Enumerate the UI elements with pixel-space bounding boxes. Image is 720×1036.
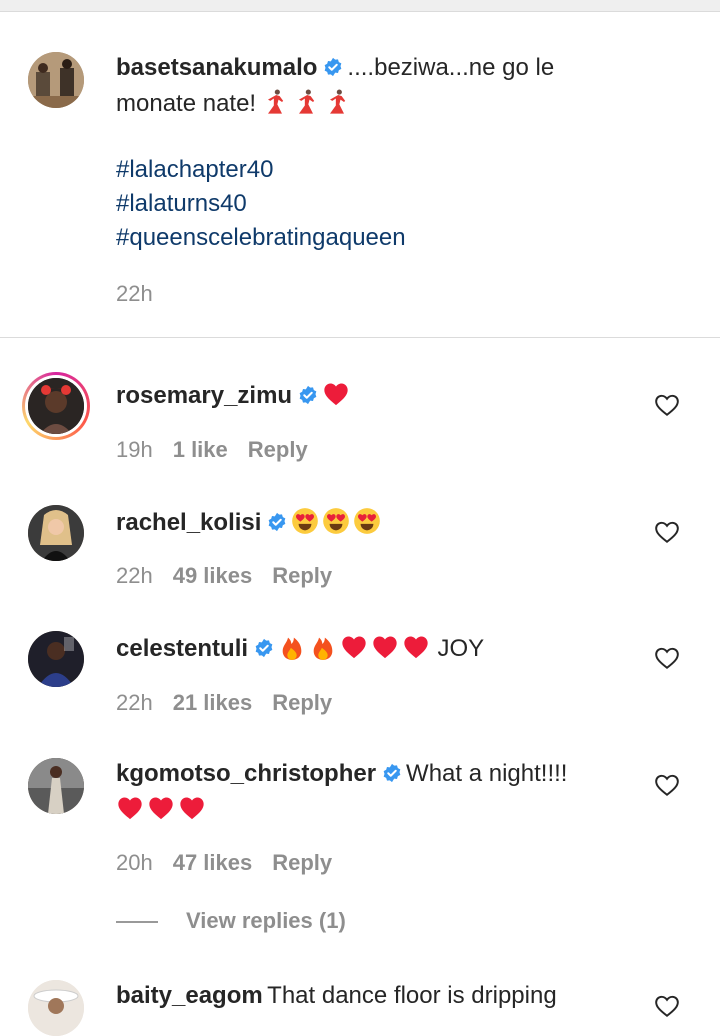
comment-text: That dance floor is dripping	[267, 982, 557, 1009]
hashtag-link[interactable]: #lalachapter40	[116, 156, 273, 184]
comment-time: 20h	[116, 850, 153, 875]
comment-likes[interactable]: 1 like	[173, 437, 228, 462]
comment-meta: 19h 1 like Reply	[116, 437, 328, 463]
comment-likes[interactable]: 47 likes	[173, 850, 253, 875]
comment-1-line: rosemary_zimu	[116, 380, 353, 410]
comment-username[interactable]: celestentuli	[116, 635, 248, 662]
heart-eyes-emoji-icon	[353, 507, 381, 535]
red-heart-emoji-icon	[116, 794, 144, 822]
avatar[interactable]	[28, 980, 84, 1036]
comment-meta: 22h 21 likes Reply	[116, 690, 352, 716]
reply-button[interactable]: Reply	[272, 563, 332, 588]
view-replies-label: View replies (1)	[186, 908, 346, 933]
caption-meta: 22h	[116, 281, 173, 307]
verified-badge-icon	[298, 385, 318, 405]
comment-time: 22h	[116, 563, 153, 588]
view-replies-button[interactable]: View replies (1)	[116, 908, 346, 934]
divider	[0, 337, 720, 338]
dancer-emoji-icon	[292, 88, 320, 116]
verified-badge-icon	[382, 763, 402, 783]
dancer-emoji-icon	[261, 88, 289, 116]
reply-button[interactable]: Reply	[248, 437, 308, 462]
caption-username[interactable]: basetsanakumalo	[116, 54, 317, 81]
verified-badge-icon	[254, 638, 274, 658]
replies-dash	[116, 921, 158, 924]
red-heart-emoji-icon	[147, 794, 175, 822]
caption-time: 22h	[116, 281, 153, 306]
comment-text: What a night!!!!	[406, 760, 568, 787]
comment-time: 19h	[116, 437, 153, 462]
comment-text: JOY	[437, 635, 485, 662]
avatar[interactable]	[28, 52, 84, 108]
comment-meta: 22h 49 likes Reply	[116, 563, 352, 589]
story-ring-avatar[interactable]	[22, 372, 90, 440]
red-heart-emoji-icon	[402, 633, 430, 661]
comment-username[interactable]: rachel_kolisi	[116, 509, 261, 536]
fire-emoji-icon	[278, 633, 306, 661]
red-heart-emoji-icon	[371, 633, 399, 661]
like-heart-icon[interactable]	[654, 994, 680, 1018]
comment-username[interactable]: kgomotso_christopher	[116, 760, 376, 787]
hashtag-link[interactable]: #lalaturns40	[116, 190, 247, 218]
avatar[interactable]	[28, 631, 84, 687]
fire-emoji-icon	[309, 633, 337, 661]
comment-4-line: kgomotso_christopher What a night!!!!	[116, 760, 567, 788]
comment-likes[interactable]: 21 likes	[173, 690, 253, 715]
dancer-emoji-icon	[323, 88, 351, 116]
caption-line-1: basetsanakumalo ....beziwa...ne go le	[116, 54, 554, 82]
verified-badge-icon	[323, 57, 343, 77]
reply-button[interactable]: Reply	[272, 690, 332, 715]
comment-3-line: celestentuli JOY	[116, 633, 484, 663]
like-heart-icon[interactable]	[654, 646, 680, 670]
comment-meta: 20h 47 likes Reply	[116, 850, 352, 876]
heart-eyes-emoji-icon	[291, 507, 319, 535]
red-heart-emoji-icon	[340, 633, 368, 661]
like-heart-icon[interactable]	[654, 773, 680, 797]
comment-username[interactable]: baity_eagom	[116, 982, 263, 1009]
comment-2-line: rachel_kolisi	[116, 507, 384, 537]
avatar[interactable]	[28, 505, 84, 561]
caption-line-2: monate nate!	[116, 88, 354, 118]
comment-4-line-2	[116, 794, 209, 822]
caption-text-line2: monate nate!	[116, 90, 257, 117]
avatar[interactable]	[28, 758, 84, 814]
heart-eyes-emoji-icon	[322, 507, 350, 535]
red-heart-emoji-icon	[178, 794, 206, 822]
like-heart-icon[interactable]	[654, 520, 680, 544]
comment-username[interactable]: rosemary_zimu	[116, 382, 292, 409]
red-heart-emoji-icon	[322, 380, 350, 408]
comment-likes[interactable]: 49 likes	[173, 563, 253, 588]
reply-button[interactable]: Reply	[272, 850, 332, 875]
verified-badge-icon	[267, 512, 287, 532]
comment-5-line: baity_eagom That dance floor is dripping	[116, 982, 557, 1010]
top-bar	[0, 0, 720, 12]
like-heart-icon[interactable]	[654, 393, 680, 417]
hashtag-link[interactable]: #queenscelebratingaqueen	[116, 224, 406, 252]
caption-text-line1: ....beziwa...ne go le	[347, 54, 555, 81]
comment-time: 22h	[116, 690, 153, 715]
